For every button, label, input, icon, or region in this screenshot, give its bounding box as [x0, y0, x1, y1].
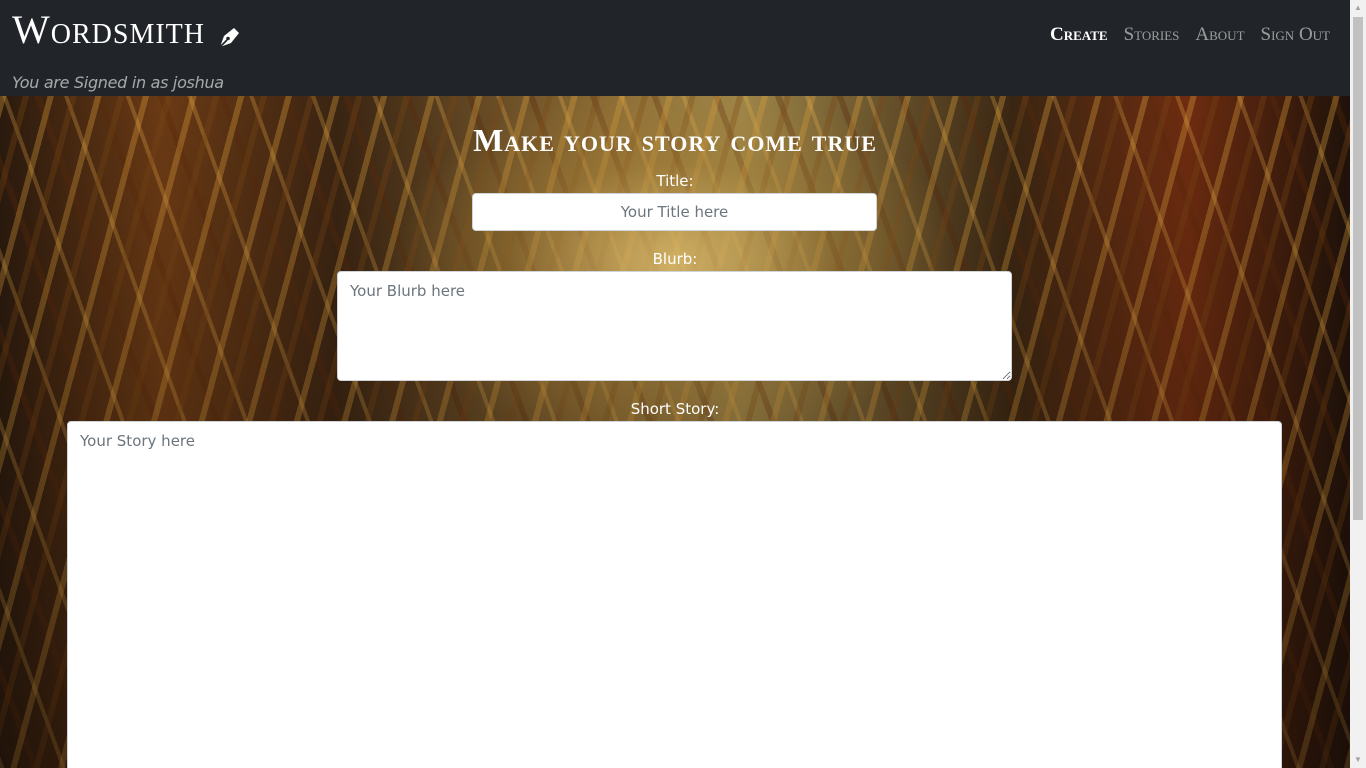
nav-stories[interactable]: Stories — [1124, 22, 1180, 48]
nav-create[interactable]: Create — [1050, 22, 1108, 48]
blurb-label: Blurb: — [652, 250, 698, 268]
signed-in-status: You are Signed in as joshua — [12, 73, 224, 92]
scroll-down-icon[interactable]: ▼ — [1350, 752, 1366, 768]
story-form-section: Make your story come true Title: Blurb: … — [0, 96, 1350, 768]
page-scrollbar[interactable]: ▲ ▼ — [1350, 0, 1366, 768]
nav-sign-out[interactable]: Sign Out — [1261, 22, 1330, 48]
scrollbar-thumb[interactable] — [1353, 17, 1363, 520]
title-input[interactable] — [472, 193, 877, 231]
navbar: Wordsmith Create Stories About Sign Out … — [0, 0, 1350, 96]
page-title: Make your story come true — [473, 122, 877, 158]
brand-logo[interactable]: Wordsmith — [12, 8, 243, 52]
scroll-up-icon[interactable]: ▲ — [1350, 0, 1366, 16]
story-textarea[interactable] — [67, 421, 1282, 768]
fountain-pen-icon — [215, 16, 243, 48]
blurb-textarea[interactable] — [337, 271, 1012, 381]
main-nav: Create Stories About Sign Out — [1050, 22, 1330, 48]
title-label: Title: — [656, 172, 694, 190]
brand-name: Wordsmith — [12, 7, 205, 52]
nav-about[interactable]: About — [1195, 22, 1244, 48]
short-story-label: Short Story: — [630, 400, 720, 418]
